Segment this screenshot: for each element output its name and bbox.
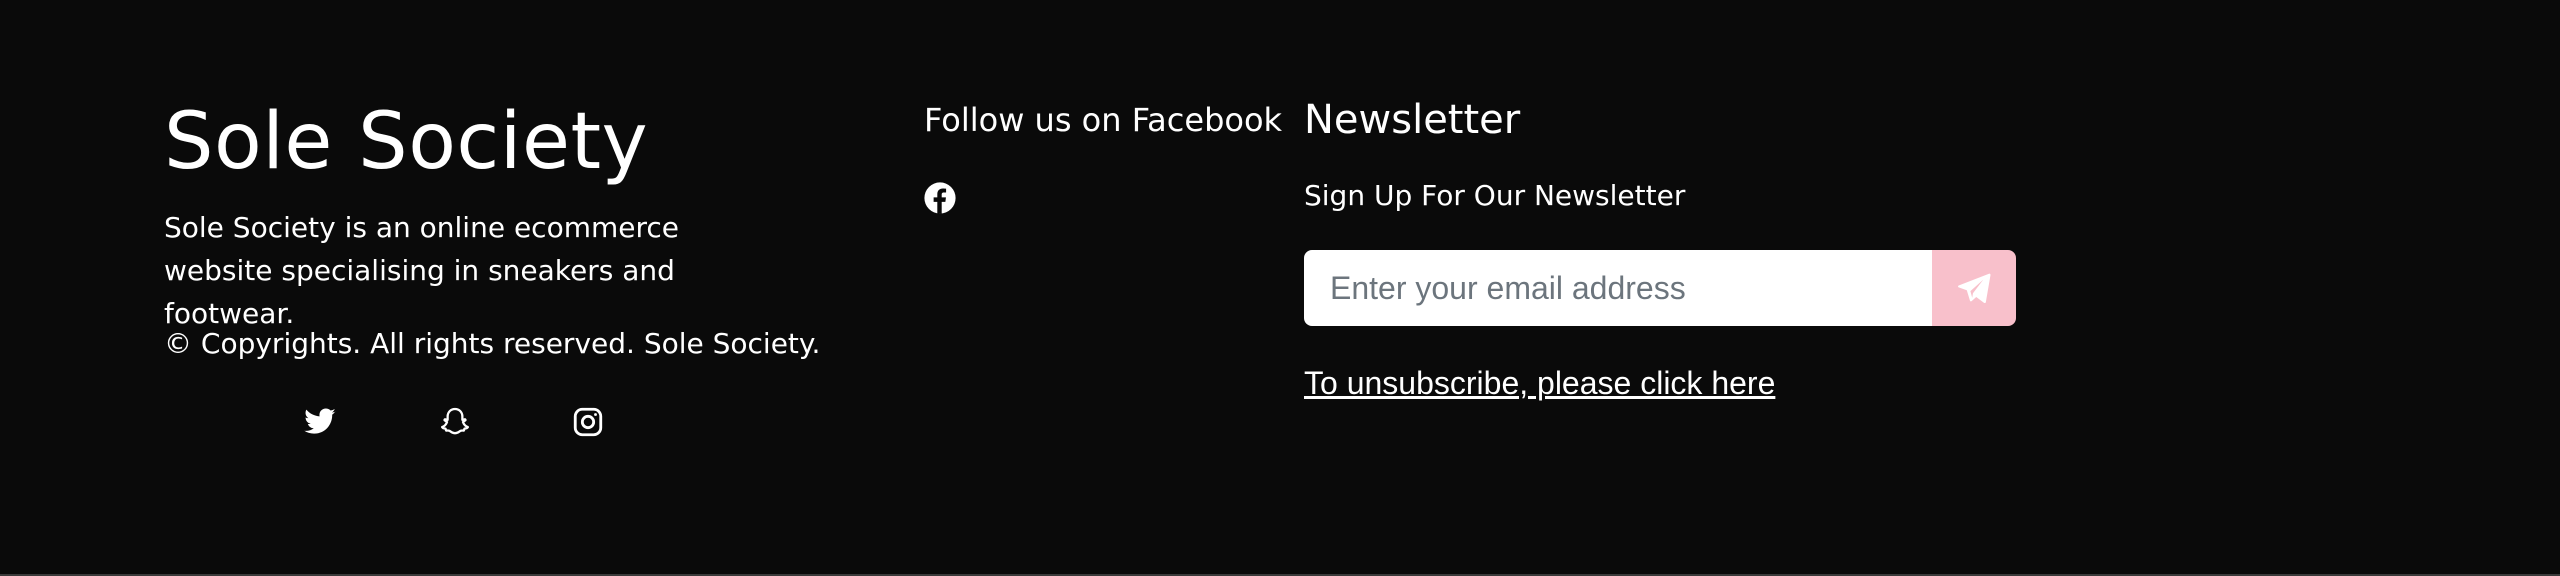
facebook-heading: Follow us on Facebook (924, 101, 1283, 139)
paper-plane-icon (1958, 273, 1991, 304)
facebook-icon (924, 182, 956, 214)
newsletter-submit-button[interactable] (1932, 250, 2016, 326)
site-footer: Sole Society Sole Society is an online e… (0, 0, 2560, 576)
newsletter-form (1304, 250, 2016, 326)
snapchat-icon (440, 407, 470, 435)
email-input[interactable] (1304, 250, 1932, 326)
brand-description: Sole Society is an online ecommerce webs… (164, 211, 679, 330)
twitter-icon (304, 408, 336, 434)
copyright-text: © Copyrights. All rights reserved. Sole … (164, 327, 821, 360)
snapchat-link[interactable] (435, 402, 475, 442)
instagram-icon (573, 407, 603, 437)
newsletter-heading: Newsletter (1304, 97, 1521, 143)
brand-title: Sole Society (164, 97, 649, 187)
unsubscribe-link[interactable]: To unsubscribe, please click here (1304, 362, 1775, 404)
instagram-link[interactable] (568, 402, 608, 442)
newsletter-subheading: Sign Up For Our Newsletter (1304, 179, 1686, 212)
twitter-link[interactable] (300, 402, 340, 442)
facebook-link[interactable] (920, 178, 960, 218)
